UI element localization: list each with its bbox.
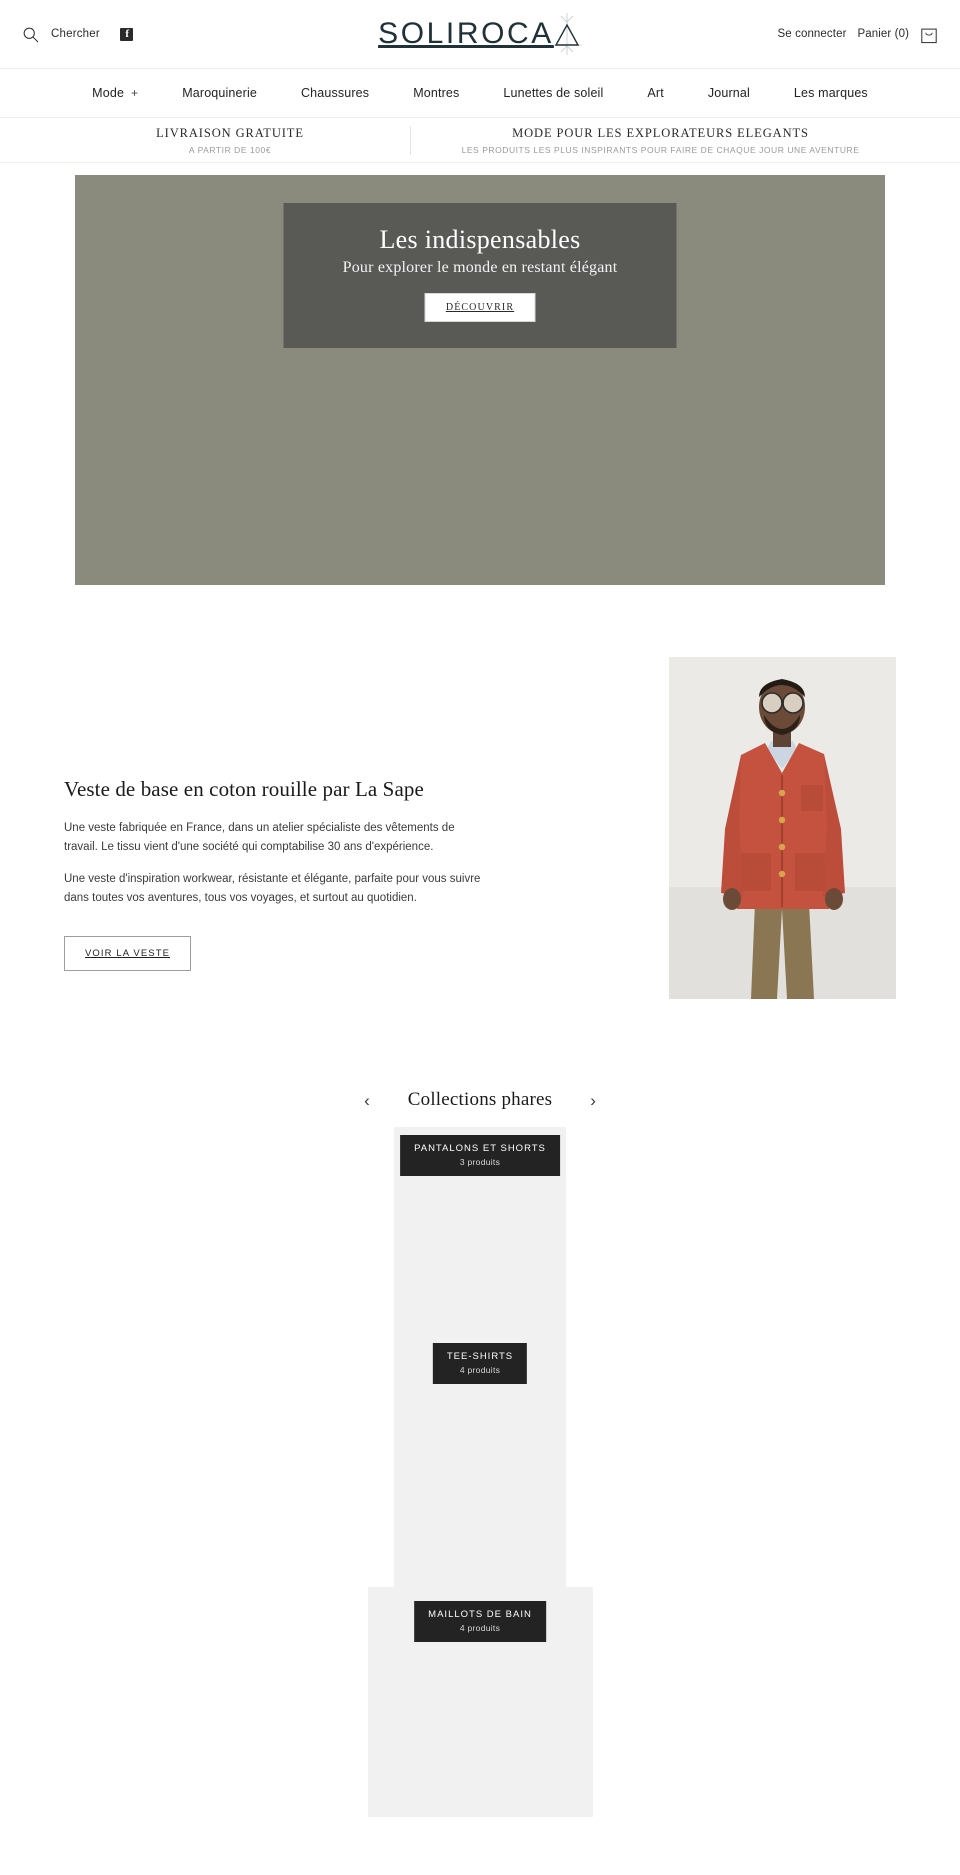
collection-count: 4 produits	[459, 1623, 501, 1633]
nav-item-les-marques[interactable]: Les marques	[772, 86, 890, 100]
collection-card[interactable]: MAILLOTS DE BAIN 4 produits	[367, 1587, 593, 1817]
nav-item-art[interactable]: Art	[625, 86, 685, 100]
nav-item-lunettes-de-soleil[interactable]: Lunettes de soleil	[481, 86, 625, 100]
feature-paragraph-2: Une veste d'inspiration workwear, résist…	[64, 873, 481, 904]
hero-cta-button[interactable]: DÉCOUVRIR	[424, 292, 536, 322]
chevron-left-icon[interactable]: ‹	[364, 1092, 370, 1109]
feature-text-column: Veste de base en coton rouille par La Sa…	[64, 657, 484, 971]
header-right-group: Se connecter Panier (0)	[778, 25, 938, 44]
announcement-shipping-title: LIVRAISON GRATUITE	[156, 125, 304, 140]
collection-badge: PANTALONS ET SHORTS 3 produits	[400, 1135, 560, 1176]
feature-title: Veste de base en coton rouille par La Sa…	[64, 777, 424, 801]
site-logo[interactable]: SOLIROCA	[378, 12, 582, 56]
collection-badge: TEE-SHIRTS 4 produits	[432, 1343, 528, 1384]
feature-cta-button[interactable]: VOIR LA VESTE	[64, 935, 192, 971]
cart-link[interactable]: Panier (0)	[858, 28, 910, 40]
nav-item-chaussures[interactable]: Chaussures	[279, 86, 391, 100]
collections-title: Collections phares	[407, 1089, 553, 1110]
announcement-bar: LIVRAISON GRATUITE A PARTIR DE 100€ MODE…	[0, 118, 960, 163]
nav-item-journal[interactable]: Journal	[686, 86, 772, 100]
logo-text: SOLIROCA	[378, 17, 554, 50]
hero-overlay-card: Les indispensables Pour explorer le mond…	[283, 203, 677, 348]
search-label[interactable]: Chercher	[51, 28, 100, 40]
announcement-tagline-sub: LES PRODUITS LES PLUS INSPIRANTS POUR FA…	[461, 144, 860, 155]
collection-name: MAILLOTS DE BAIN	[428, 1609, 532, 1620]
nav-item-mode[interactable]: Mode +	[70, 86, 160, 100]
collection-card[interactable]: PANTALONS ET SHORTS 3 produits	[394, 1127, 566, 1357]
collections-carousel[interactable]: PANTALONS ET SHORTS 3 produits TEE-SHIRT…	[0, 1127, 960, 1817]
expand-plus-icon[interactable]: +	[131, 86, 138, 100]
collections-header: ‹ Collections phares ›	[0, 1089, 960, 1111]
featured-collections-section: ‹ Collections phares › PANTALONS ET SHOR…	[0, 1089, 960, 1817]
feature-product-section: Veste de base en coton rouille par La Sa…	[0, 657, 960, 999]
login-link[interactable]: Se connecter	[778, 28, 847, 40]
header-left-group: Chercher	[22, 26, 133, 43]
shopping-bag-icon[interactable]	[920, 25, 938, 44]
main-navigation: Mode + Maroquinerie Chaussures Montres Lu…	[0, 68, 960, 118]
hero-subtitle: Pour explorer le monde en restant élégan…	[342, 258, 618, 276]
chevron-right-icon[interactable]: ›	[590, 1092, 596, 1109]
facebook-icon[interactable]	[119, 27, 133, 41]
hero-title: Les indispensables	[379, 225, 581, 254]
announcement-shipping-sub: A PARTIR DE 100€	[188, 144, 272, 155]
search-icon[interactable]	[22, 26, 39, 43]
announcement-shipping: LIVRAISON GRATUITE A PARTIR DE 100€	[50, 126, 410, 155]
collection-count: 4 produits	[459, 1365, 501, 1375]
feature-product-image[interactable]	[669, 657, 896, 999]
site-header: Chercher SOLIROCA Se connecter Panier (0…	[0, 0, 960, 68]
nav-label: Mode	[92, 86, 125, 100]
collection-name: TEE-SHIRTS	[446, 1351, 514, 1362]
collection-card[interactable]: TEE-SHIRTS 4 produits	[394, 1343, 566, 1587]
announcement-tagline-title: MODE POUR LES EXPLORATEURS ELEGANTS	[512, 125, 809, 140]
collection-badge: MAILLOTS DE BAIN 4 produits	[414, 1601, 546, 1642]
collection-count: 3 produits	[459, 1157, 501, 1167]
collection-name: PANTALONS ET SHORTS	[414, 1143, 546, 1154]
nav-item-montres[interactable]: Montres	[391, 86, 481, 100]
announcement-tagline: MODE POUR LES EXPLORATEURS ELEGANTS LES …	[410, 125, 910, 155]
triangle-compass-mark-icon	[552, 13, 581, 55]
hero-banner: Les indispensables Pour explorer le mond…	[75, 175, 885, 585]
nav-item-maroquinerie[interactable]: Maroquinerie	[160, 86, 279, 100]
model-jacket-illustration	[669, 657, 896, 999]
feature-paragraph-1: Une veste fabriquée en France, dans un a…	[64, 822, 455, 853]
